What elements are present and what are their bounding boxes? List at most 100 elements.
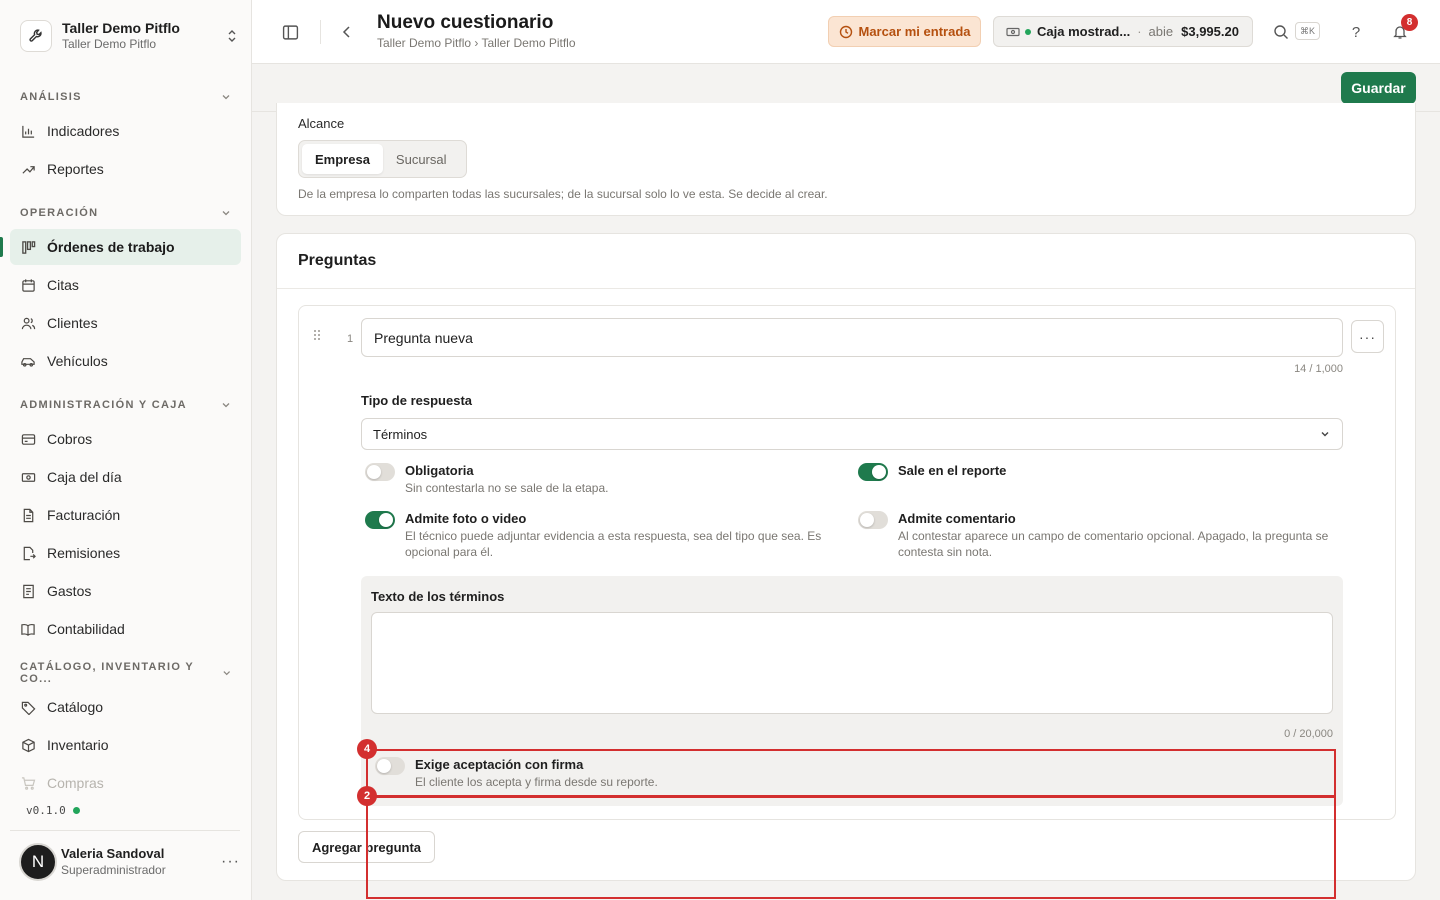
add-question-button[interactable]: Agregar pregunta <box>298 831 435 863</box>
chevron-down-icon <box>222 671 230 676</box>
cart-icon <box>20 775 36 791</box>
section-catalogo[interactable]: CATÁLOGO, INVENTARIO Y CO... <box>20 661 232 685</box>
scope-card: Alcance Empresa Sucursal De la empresa l… <box>276 103 1416 216</box>
cash-icon <box>1006 27 1020 36</box>
terms-section: Texto de los términos 0 / 20,000 Exige a… <box>361 576 1343 806</box>
org-name: Taller Demo Pitflo <box>62 20 180 36</box>
cash-register-amount: $3,995.20 <box>1181 24 1239 39</box>
scope-segmented-control: Empresa Sucursal <box>298 140 467 178</box>
check-in-button[interactable]: Marcar mi entrada <box>828 16 981 47</box>
separator: · <box>1137 24 1142 39</box>
kanban-icon <box>20 239 36 255</box>
user-role: Superadministrador <box>61 863 166 877</box>
section-administracion[interactable]: ADMINISTRACIÓN Y CAJA <box>20 397 232 413</box>
option-foto-video: Admite foto o video El técnico puede adj… <box>365 510 845 560</box>
annotation-badge: 2 <box>357 786 377 806</box>
drag-handle-icon[interactable] <box>313 329 323 343</box>
toggle-obligatoria[interactable] <box>365 463 395 481</box>
annotation-badge: 4 <box>357 739 377 759</box>
sidebar-item-compras[interactable]: Compras <box>10 765 241 801</box>
cash-register-status-text: abie <box>1148 24 1174 39</box>
active-indicator <box>0 237 3 257</box>
avatar: N <box>19 843 57 881</box>
section-operacion[interactable]: OPERACIÓN <box>20 205 232 221</box>
chevron-down-icon <box>222 95 230 100</box>
cash-register-name: Caja mostrad... <box>1037 24 1131 39</box>
sidebar-item-remisiones[interactable]: Remisiones <box>10 535 241 571</box>
app-version: v0.1.0 <box>26 804 80 817</box>
bar-chart-icon <box>20 123 36 139</box>
toggle-sale-reporte[interactable] <box>858 463 888 481</box>
top-header: Nuevo cuestionario Taller Demo Pitflo › … <box>252 0 1440 64</box>
sidebar-toggle-icon[interactable] <box>280 22 300 42</box>
org-subtitle: Taller Demo Pitflo <box>62 37 157 51</box>
scope-option-empresa[interactable]: Empresa <box>302 144 383 174</box>
option-comentario: Admite comentario Al contestar aparece u… <box>858 510 1343 560</box>
scope-help-text: De la empresa lo comparten todas las suc… <box>298 187 828 201</box>
cash-icon <box>20 469 36 485</box>
more-horizontal-icon[interactable]: ··· <box>221 853 239 871</box>
toggle-foto-video[interactable] <box>365 511 395 529</box>
sidebar-item-indicadores[interactable]: Indicadores <box>10 113 241 149</box>
questions-title: Preguntas <box>298 252 377 269</box>
wrench-icon <box>20 20 52 52</box>
sidebar-item-facturacion[interactable]: Facturación <box>10 497 241 533</box>
receipt-icon <box>20 583 36 599</box>
sidebar-item-clientes[interactable]: Clientes <box>10 305 241 341</box>
section-analisis[interactable]: ANÁLISIS <box>20 89 232 105</box>
search-icon[interactable] <box>1271 22 1291 42</box>
toggle-comentario[interactable] <box>858 511 888 529</box>
file-text-icon <box>20 507 36 523</box>
clock-icon <box>839 25 852 38</box>
terms-textarea[interactable] <box>371 612 1333 714</box>
scope-option-sucursal[interactable]: Sucursal <box>383 144 460 174</box>
breadcrumb[interactable]: Taller Demo Pitflo › Taller Demo Pitflo <box>377 36 576 50</box>
status-dot <box>72 807 80 814</box>
trend-up-icon <box>20 161 36 177</box>
answer-type-select[interactable]: Términos <box>361 418 1343 450</box>
answer-type-label: Tipo de respuesta <box>361 393 473 408</box>
option-obligatoria: Obligatoria Sin contestarla no se sale d… <box>365 462 785 496</box>
search-shortcut: ⌘K <box>1295 22 1321 40</box>
option-firma: Exige aceptación con firma El cliente lo… <box>375 756 658 790</box>
option-sale-reporte: Sale en el reporte <box>858 462 1338 481</box>
scope-label: Alcance <box>298 116 345 131</box>
sidebar-item-catalogo[interactable]: Catálogo <box>10 689 241 725</box>
divider <box>10 830 240 831</box>
sidebar-item-reportes[interactable]: Reportes <box>10 151 241 187</box>
user-name: Valeria Sandoval <box>61 846 165 861</box>
status-dot <box>1025 28 1031 35</box>
calendar-icon <box>20 277 36 293</box>
question-char-count: 14 / 1,000 <box>1294 363 1343 375</box>
org-switcher[interactable]: Taller Demo Pitflo Taller Demo Pitflo <box>20 18 240 54</box>
notification-badge: 8 <box>1401 14 1418 31</box>
sidebar-item-cobros[interactable]: Cobros <box>10 421 241 457</box>
cash-register-status[interactable]: Caja mostrad... · abie $3,995.20 <box>993 16 1253 47</box>
main-content: Alcance Empresa Sucursal De la empresa l… <box>252 103 1440 900</box>
sidebar-item-gastos[interactable]: Gastos <box>10 573 241 609</box>
sidebar-item-inventario[interactable]: Inventario <box>10 727 241 763</box>
users-icon <box>20 315 36 331</box>
user-menu[interactable]: N Valeria Sandoval Superadministrador ··… <box>19 842 239 882</box>
tag-icon <box>20 699 36 715</box>
sidebar-item-citas[interactable]: Citas <box>10 267 241 303</box>
chevron-down-icon <box>222 211 230 216</box>
chevron-down-icon <box>1321 432 1329 437</box>
help-icon[interactable]: ? <box>1346 22 1366 42</box>
terms-label: Texto de los términos <box>371 589 505 604</box>
toggle-firma[interactable] <box>375 757 405 775</box>
question-text-input[interactable] <box>361 318 1343 357</box>
credit-card-icon <box>20 431 36 447</box>
sidebar-item-ordenes[interactable]: Órdenes de trabajo <box>10 229 241 265</box>
question-more-button[interactable]: ··· <box>1351 320 1384 353</box>
sidebar-item-contabilidad[interactable]: Contabilidad <box>10 611 241 647</box>
sidebar: Taller Demo Pitflo Taller Demo Pitflo AN… <box>0 0 252 900</box>
save-button[interactable]: Guardar <box>1341 72 1416 104</box>
back-arrow-icon[interactable] <box>337 22 357 42</box>
questions-card: Preguntas 1 ··· 14 / 1,000 Tipo de respu… <box>276 233 1416 881</box>
sidebar-item-caja[interactable]: Caja del día <box>10 459 241 495</box>
sidebar-item-vehiculos[interactable]: Vehículos <box>10 343 241 379</box>
page-title: Nuevo cuestionario <box>377 12 554 33</box>
book-open-icon <box>20 621 36 637</box>
question-number: 1 <box>347 333 354 345</box>
